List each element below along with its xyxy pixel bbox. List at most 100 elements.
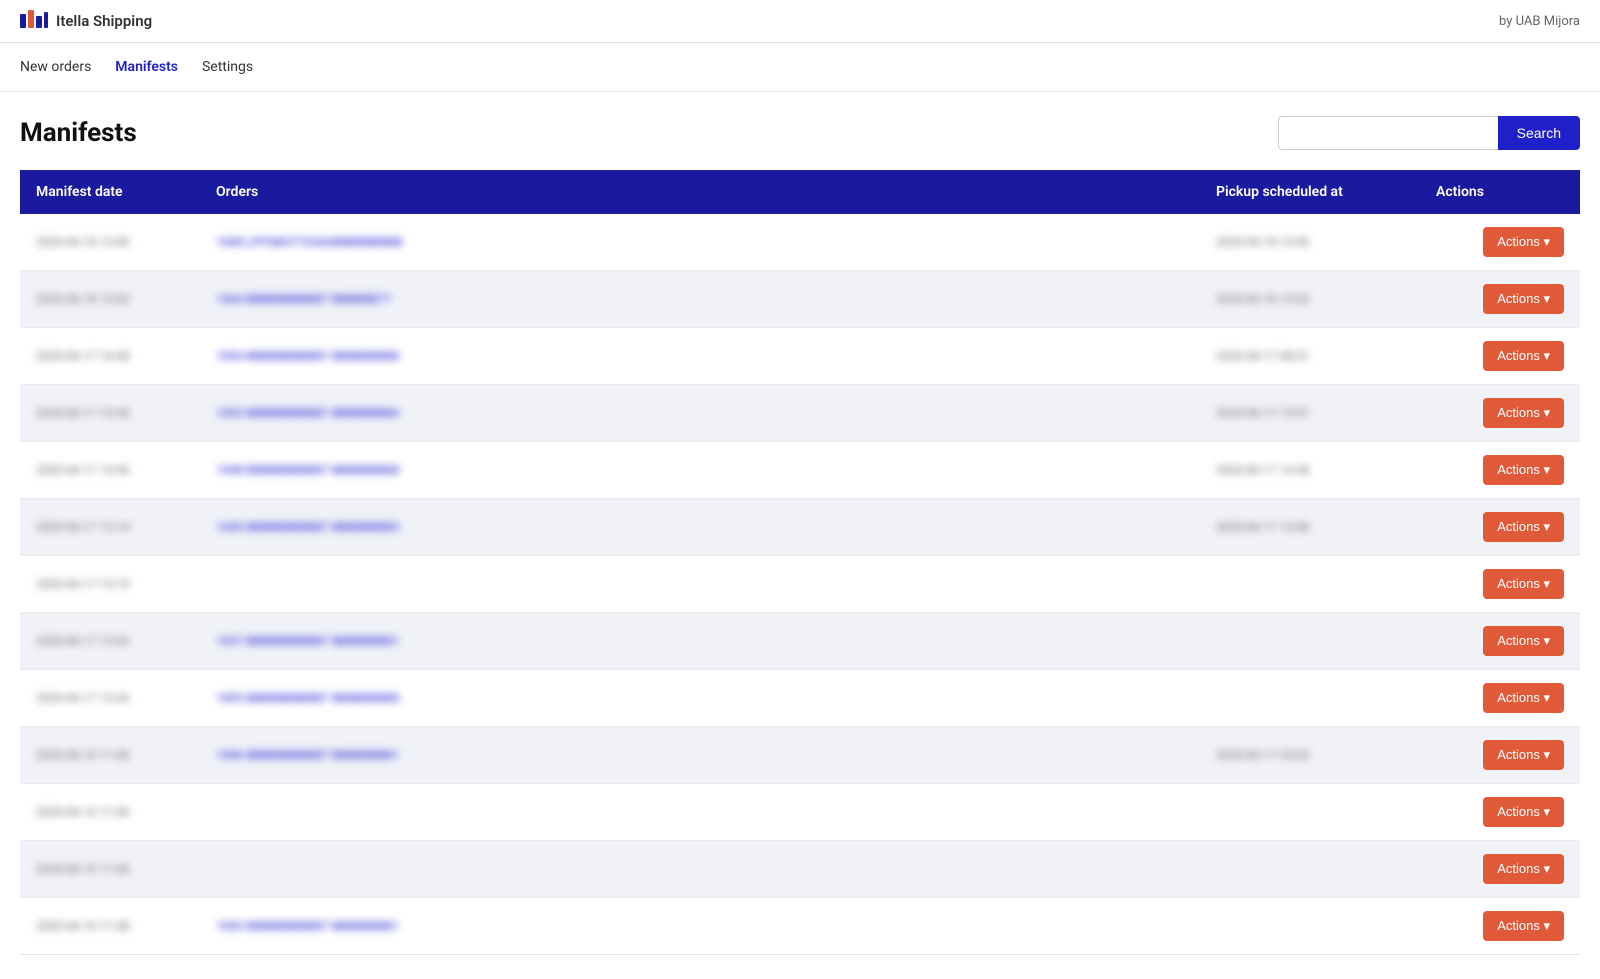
- cell-orders: 1009 BBBBBBBBBB7 BBBBBBBB8: [200, 670, 1200, 727]
- search-input[interactable]: [1278, 116, 1498, 150]
- cell-actions: Actions ▾: [1420, 670, 1580, 727]
- cell-actions: Actions ▾: [1420, 214, 1580, 271]
- table-row: 2020-06-10 11:06 1006 BBBBBBBBBB7 BBBBBBB…: [20, 727, 1580, 784]
- cell-pickup: [1200, 784, 1420, 841]
- actions-button[interactable]: Actions ▾: [1483, 227, 1564, 257]
- nav-manifests[interactable]: Manifests: [115, 55, 178, 79]
- actions-button[interactable]: Actions ▾: [1483, 398, 1564, 428]
- actions-button[interactable]: Actions ▾: [1483, 512, 1564, 542]
- cell-actions: Actions ▾: [1420, 613, 1580, 670]
- actions-button[interactable]: Actions ▾: [1483, 911, 1564, 941]
- cell-orders: 1006 BBBBBBBBBB7 BBBBBBBB1: [200, 727, 1200, 784]
- actions-button[interactable]: Actions ▾: [1483, 683, 1564, 713]
- manifest-date: 2020-06-17 15:45: [36, 406, 129, 420]
- cell-date: 2020-06-10 11:08: [20, 898, 200, 955]
- manifest-date: 2020-06-10 11:08: [36, 919, 129, 933]
- cell-actions: Actions ▾: [1420, 328, 1580, 385]
- cell-orders: 1037 BBBBBBBBBB7 BBBBBBBB1: [200, 613, 1200, 670]
- cell-actions: Actions ▾: [1420, 385, 1580, 442]
- table-row: 2020-06-17 13:02 1037 BBBBBBBBBB7 BBBBBBB…: [20, 613, 1580, 670]
- table-row: 2020-06-17 13:141045 BBBBBBBBBB7 BBBBBBB…: [20, 499, 1580, 556]
- table-row: 2020-06-17 14:56 1048 BBBBBBBBBB7 BBBBBBB…: [20, 442, 1580, 499]
- actions-button[interactable]: Actions ▾: [1483, 284, 1564, 314]
- table-row: 2020-06-17 13:26 1009 BBBBBBBBBB7 BBBBBBB…: [20, 670, 1580, 727]
- table-body: 2020-06-18 13:06 1068 LPFQ8GT7G36GBBBBBBB…: [20, 214, 1580, 955]
- pickup-date: 2020-06-17 14:48: [1216, 463, 1309, 477]
- cell-actions: Actions ▾: [1420, 556, 1580, 613]
- cell-date: 2020-06-17 13:02: [20, 613, 200, 670]
- order-link[interactable]: 1045 BBBBBBBBBB7 BBBBBBBB3: [216, 520, 399, 534]
- cell-actions: Actions ▾: [1420, 898, 1580, 955]
- col-actions-header: Actions: [1420, 170, 1580, 214]
- page-header: Manifests Search: [20, 116, 1580, 150]
- col-orders: Orders: [200, 170, 1200, 214]
- header-row: Manifest date Orders Pickup scheduled at…: [20, 170, 1580, 214]
- order-link[interactable]: 1006 BBBBBBBBBB7 BBBBBBBB1: [216, 748, 399, 762]
- nav-new-orders[interactable]: New orders: [20, 55, 91, 79]
- table-row: 2020-06-10 11:08 1003 BBBBBBBBBB7 BBBBBBB…: [20, 898, 1580, 955]
- table-header: Manifest date Orders Pickup scheduled at…: [20, 170, 1580, 214]
- cell-pickup: [1200, 898, 1420, 955]
- cell-actions: Actions ▾: [1420, 499, 1580, 556]
- cell-orders: 1048 BBBBBBBBBB7 BBBBBBBB8: [200, 442, 1200, 499]
- cell-date: 2020-06-10 11:06: [20, 784, 200, 841]
- actions-button[interactable]: Actions ▾: [1483, 341, 1564, 371]
- search-button[interactable]: Search: [1498, 116, 1580, 150]
- manifest-date: 2020-06-18 13:03: [36, 292, 129, 306]
- actions-button[interactable]: Actions ▾: [1483, 740, 1564, 770]
- order-link[interactable]: 1048 BBBBBBBBBB7 BBBBBBBB8: [216, 463, 399, 477]
- pickup-date: 2020-06-17 08:01: [1216, 349, 1309, 363]
- manifest-date: 2020-06-10 11:06: [36, 862, 129, 876]
- table-row: 2020-06-17 13:19 Actions ▾: [20, 556, 1580, 613]
- order-link[interactable]: 1064 BBBBBBBBBB7 BBBBBB77: [216, 292, 391, 306]
- col-pickup: Pickup scheduled at: [1200, 170, 1420, 214]
- cell-orders: 1054 BBBBBBBBBB7 BBBBBBBB8: [200, 328, 1200, 385]
- cell-pickup: [1200, 670, 1420, 727]
- cell-orders: [200, 841, 1200, 898]
- cell-pickup: [1200, 613, 1420, 670]
- cell-pickup: 2020-06-17 23:03: [1200, 727, 1420, 784]
- actions-button[interactable]: Actions ▾: [1483, 455, 1564, 485]
- manifest-date: 2020-06-18 13:06: [36, 235, 129, 249]
- cell-pickup: 2020-06-17 15:07: [1200, 385, 1420, 442]
- pickup-date: 2020-06-18 13:03: [1216, 292, 1309, 306]
- cell-actions: Actions ▾: [1420, 442, 1580, 499]
- cell-pickup: [1200, 556, 1420, 613]
- order-link[interactable]: 1054 BBBBBBBBBB7 BBBBBBBB8: [216, 349, 399, 363]
- cell-date: 2020-06-18 13:06: [20, 214, 200, 271]
- manifest-date: 2020-06-17 16:08: [36, 349, 129, 363]
- order-link[interactable]: 1003 BBBBBBBBBB7 BBBBBBBB1: [216, 919, 399, 933]
- order-link[interactable]: 1037 BBBBBBBBBB7 BBBBBBBB1: [216, 634, 399, 648]
- table-row: 2020-06-17 16:08 1054 BBBBBBBBBB7 BBBBBBB…: [20, 328, 1580, 385]
- cell-orders: 1003 BBBBBBBBBB7 BBBBBBBB1: [200, 898, 1200, 955]
- cell-pickup: 2020-06-17 13:08: [1200, 499, 1420, 556]
- cell-date: 2020-06-10 11:06: [20, 727, 200, 784]
- cell-date: 2020-06-18 13:03: [20, 271, 200, 328]
- order-link[interactable]: 1009 BBBBBBBBBB7 BBBBBBBB8: [216, 691, 399, 705]
- pickup-date: 2020-06-17 15:07: [1216, 406, 1309, 420]
- cell-pickup: 2020-06-17 14:48: [1200, 442, 1420, 499]
- actions-button[interactable]: Actions ▾: [1483, 854, 1564, 884]
- table-row: 2020-06-17 15:45 1053 BBBBBBBBBB7 BBBBBBB…: [20, 385, 1580, 442]
- cell-pickup: 2020-06-17 08:01: [1200, 328, 1420, 385]
- cell-actions: Actions ▾: [1420, 271, 1580, 328]
- cell-orders: 1068 LPFQ8GT7G36GBBBBBBBBB: [200, 214, 1200, 271]
- search-area: Search: [1278, 116, 1580, 150]
- order-link[interactable]: 1053 BBBBBBBBBB7 BBBBBBBB6: [216, 406, 399, 420]
- actions-button[interactable]: Actions ▾: [1483, 797, 1564, 827]
- cell-date: 2020-06-17 14:56: [20, 442, 200, 499]
- manifest-date: 2020-06-10 11:06: [36, 748, 129, 762]
- manifest-date: 2020-06-10 11:06: [36, 805, 129, 819]
- cell-pickup: 2020-06-18 13:06: [1200, 214, 1420, 271]
- manifest-date: 2020-06-17 13:19: [36, 577, 129, 591]
- manifest-date: 2020-06-17 13:26: [36, 691, 129, 705]
- cell-orders: 1064 BBBBBBBBBB7 BBBBBB77: [200, 271, 1200, 328]
- actions-button[interactable]: Actions ▾: [1483, 626, 1564, 656]
- cell-date: 2020-06-17 13:19: [20, 556, 200, 613]
- nav-settings[interactable]: Settings: [202, 55, 253, 79]
- actions-button[interactable]: Actions ▾: [1483, 569, 1564, 599]
- main-nav: New orders Manifests Settings: [0, 43, 1600, 92]
- order-link[interactable]: 1068 LPFQ8GT7G36GBBBBBBBBB: [216, 235, 403, 249]
- cell-actions: Actions ▾: [1420, 841, 1580, 898]
- cell-orders: [200, 784, 1200, 841]
